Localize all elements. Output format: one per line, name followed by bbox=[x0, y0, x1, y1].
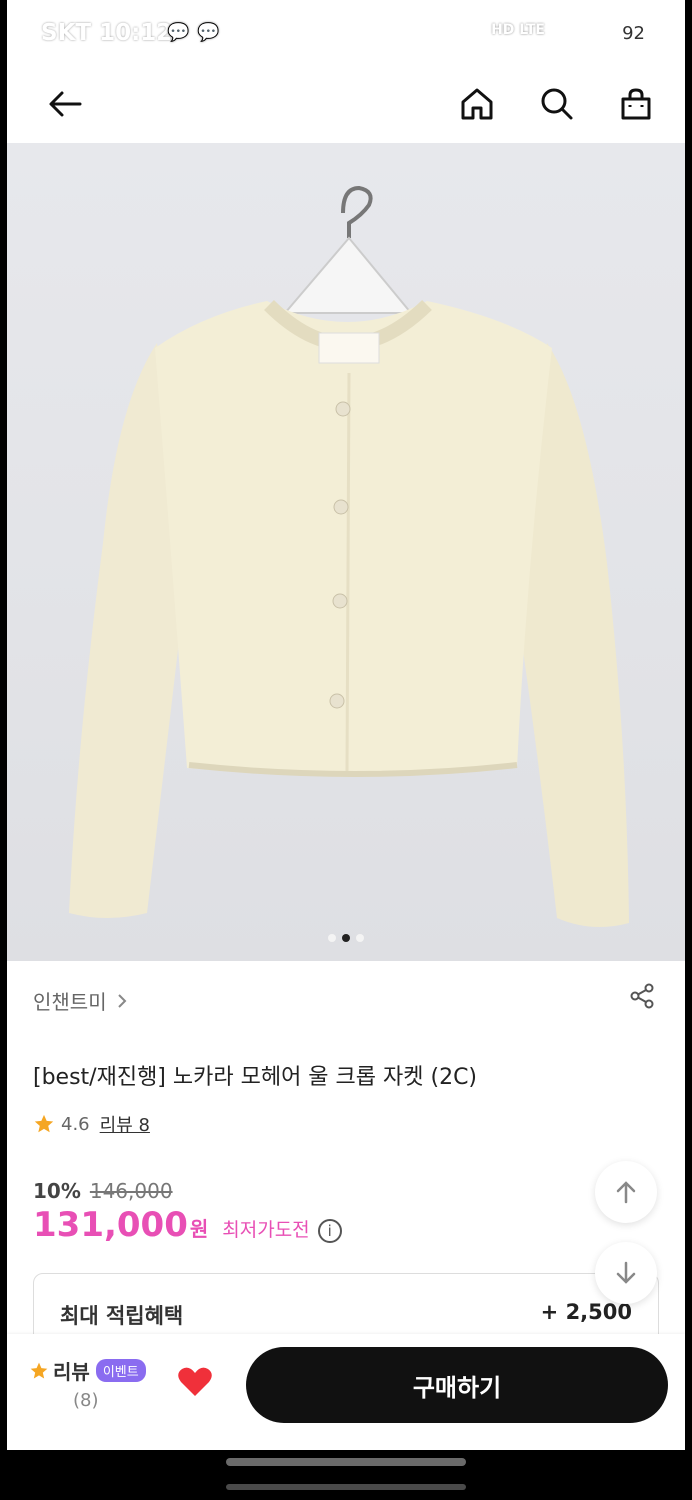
carousel-indicator bbox=[7, 927, 685, 946]
carousel-dot-active bbox=[342, 934, 350, 942]
review-label: 리뷰 bbox=[53, 1360, 90, 1384]
price-row: 131,000 원 최저가도전 i bbox=[33, 1205, 342, 1245]
star-icon bbox=[34, 1114, 54, 1133]
currency-unit: 원 bbox=[189, 1217, 209, 1241]
top-bar: SKT 10:12 💬 💬 HD LTE 92 bbox=[7, 0, 685, 143]
chevron-right-icon bbox=[117, 990, 127, 1014]
original-price: 146,000 bbox=[89, 1179, 173, 1203]
search-icon bbox=[541, 88, 573, 120]
max-reward-value: + 2,500 bbox=[540, 1300, 632, 1324]
star-icon bbox=[30, 1362, 48, 1378]
carousel-dot bbox=[356, 934, 364, 942]
carousel-dot bbox=[328, 934, 336, 942]
lowest-price-challenge: 최저가도전 bbox=[222, 1219, 310, 1241]
bottom-action-bar: 리뷰 이벤트 (8) 구매하기 bbox=[7, 1334, 685, 1450]
network-label: HD LTE bbox=[491, 22, 545, 38]
brand-link[interactable]: 인챈트미 bbox=[33, 986, 127, 1015]
screen: SKT 10:12 💬 💬 HD LTE 92 인챈트미 [best/재진행] … bbox=[7, 0, 685, 1450]
search-button[interactable] bbox=[533, 80, 581, 128]
talk-icon: 💬 bbox=[167, 22, 190, 43]
rating-value: 4.6 bbox=[61, 1113, 90, 1135]
nav-gesture-bar-secondary bbox=[226, 1484, 466, 1490]
back-arrow-icon bbox=[49, 91, 82, 117]
product-info: 인챈트미 [best/재진행] 노카라 모헤어 울 크롭 자켓 (2C) 4.6… bbox=[7, 961, 685, 1353]
wifi-icon bbox=[565, 22, 585, 45]
arrow-up-icon bbox=[616, 1181, 636, 1204]
battery-indicator: 92 bbox=[614, 22, 653, 45]
message-icon: 💬 bbox=[197, 22, 220, 43]
cart-button[interactable] bbox=[612, 80, 660, 128]
app-bar bbox=[7, 70, 685, 140]
review-summary[interactable]: 리뷰 이벤트 bbox=[29, 1356, 146, 1385]
discount-rate: 10% bbox=[33, 1179, 81, 1203]
product-title: [best/재진행] 노카라 모헤어 울 크롭 자켓 (2C) bbox=[33, 1065, 478, 1090]
buy-button[interactable]: 구매하기 bbox=[246, 1347, 668, 1423]
shopping-bag-icon bbox=[621, 88, 651, 120]
rating-row: 4.6 리뷰 8 bbox=[33, 1111, 150, 1137]
event-badge: 이벤트 bbox=[95, 1359, 146, 1382]
home-icon bbox=[461, 88, 493, 120]
nav-gesture-bar[interactable] bbox=[226, 1458, 466, 1466]
sale-price: 131,000 bbox=[33, 1205, 188, 1245]
status-time: SKT 10:12 bbox=[41, 20, 173, 46]
review-link[interactable]: 리뷰 8 bbox=[100, 1111, 150, 1137]
brand-name: 인챈트미 bbox=[33, 990, 107, 1014]
scroll-up-button[interactable] bbox=[595, 1161, 657, 1223]
share-icon bbox=[630, 983, 654, 1009]
back-button[interactable] bbox=[41, 80, 89, 128]
share-button[interactable] bbox=[629, 983, 655, 1013]
heart-icon bbox=[178, 1367, 212, 1396]
status-bar: SKT 10:12 💬 💬 HD LTE 92 bbox=[7, 0, 685, 70]
product-image-carousel[interactable] bbox=[7, 143, 685, 961]
wishlist-button[interactable] bbox=[177, 1366, 213, 1402]
scroll-down-button[interactable] bbox=[595, 1242, 657, 1304]
product-photo bbox=[69, 185, 629, 927]
max-reward-label: 최대 적립혜택 bbox=[60, 1304, 184, 1328]
info-icon[interactable]: i bbox=[317, 1219, 342, 1243]
home-button[interactable] bbox=[453, 80, 501, 128]
discount-row: 10% 146,000 bbox=[33, 1179, 173, 1203]
review-count: (8) bbox=[73, 1390, 99, 1411]
arrow-down-icon bbox=[616, 1261, 636, 1284]
